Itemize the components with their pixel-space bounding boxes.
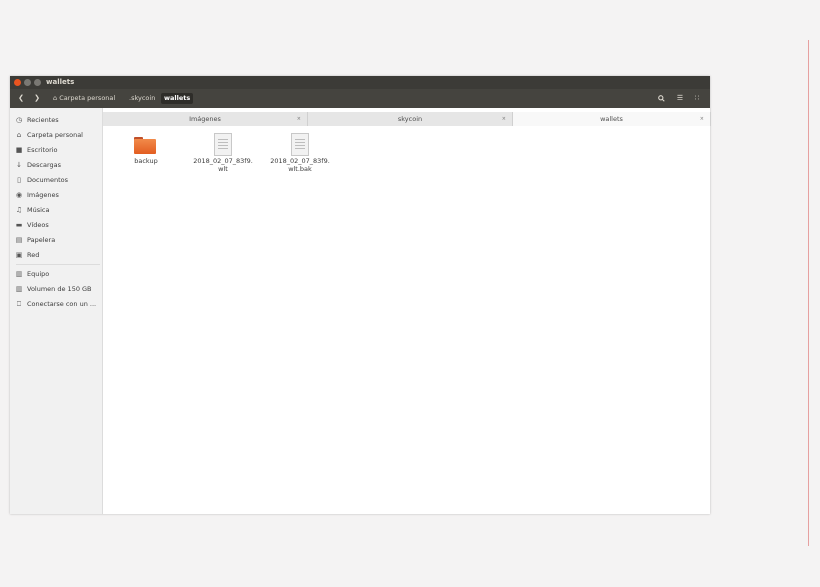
sidebar-item-musica[interactable]: ♫ Música — [10, 204, 102, 216]
sidebar-item-equipo[interactable]: ▥ Equipo — [10, 268, 102, 280]
grid-view-button[interactable]: ∷ — [691, 93, 703, 104]
sidebar-divider — [16, 264, 100, 265]
document-icon: ▯ — [17, 176, 21, 184]
clock-icon: ◷ — [15, 116, 23, 124]
sidebar-item-label: Vídeos — [27, 221, 49, 229]
right-edge-line — [808, 40, 809, 546]
window-title: wallets — [46, 78, 75, 86]
tab-bar: Imágenes × skycoin × wallets × — [103, 112, 711, 126]
forward-button[interactable]: ❯ — [32, 93, 42, 103]
home-icon: ⌂ — [53, 94, 58, 102]
music-icon: ♫ — [15, 206, 23, 214]
drive-icon: ▥ — [15, 285, 23, 293]
sidebar-item-documentos[interactable]: ▯ Documentos — [10, 174, 102, 186]
video-icon: ▬ — [15, 221, 23, 229]
tab-wallets[interactable]: wallets × — [513, 112, 711, 126]
network-icon: ▣ — [15, 251, 23, 259]
home-icon: ⌂ — [16, 131, 22, 139]
grid-view-icon: ∷ — [694, 94, 700, 102]
breadcrumb-home[interactable]: ⌂ Carpeta personal — [50, 93, 118, 104]
toolbar: ❮ ❯ ⌂ Carpeta personal .skycoin wallets … — [10, 89, 710, 108]
sidebar-item-label: Papelera — [27, 236, 56, 244]
sidebar: ◷ Recientes ⌂ Carpeta personal ■ Escrito… — [10, 108, 103, 514]
file-name: 2018_02_07_83f9. wlt.bak — [270, 157, 330, 173]
sidebar-item-videos[interactable]: ▬ Vídeos — [10, 219, 102, 231]
breadcrumb-label: Carpeta personal — [59, 94, 116, 102]
desktop-folder-icon: ■ — [15, 146, 23, 154]
sidebar-item-papelera[interactable]: ▤ Papelera — [10, 234, 102, 246]
search-icon — [657, 95, 665, 102]
close-tab-icon[interactable]: × — [297, 112, 301, 126]
close-tab-icon[interactable]: × — [502, 112, 506, 126]
sidebar-item-descargas[interactable]: ↓ Descargas — [10, 159, 102, 171]
server-icon: ⎕ — [16, 300, 22, 308]
minimize-window-button[interactable] — [24, 79, 31, 86]
folder-icon — [134, 137, 156, 154]
sidebar-item-label: Documentos — [27, 176, 69, 184]
breadcrumb-skycoin[interactable]: .skycoin — [126, 93, 158, 104]
sidebar-item-recientes[interactable]: ◷ Recientes — [10, 114, 102, 126]
sidebar-item-conectarse[interactable]: ⎕ Conectarse con un ... — [10, 298, 102, 310]
file-manager-window: wallets ❮ ❯ ⌂ Carpeta personal .skycoin … — [10, 76, 711, 514]
close-tab-icon[interactable]: × — [700, 112, 704, 126]
tab-label: Imágenes — [189, 115, 221, 123]
sidebar-item-label: Equipo — [27, 270, 50, 278]
document-icon — [214, 133, 232, 156]
download-icon: ↓ — [16, 161, 22, 169]
trash-icon: ▤ — [15, 236, 23, 244]
maximize-window-button[interactable] — [34, 79, 41, 86]
tab-skycoin[interactable]: skycoin × — [308, 112, 513, 126]
file-name: backup — [134, 157, 158, 165]
sidebar-item-escritorio[interactable]: ■ Escritorio — [10, 144, 102, 156]
file-item-wlt[interactable]: 2018_02_07_83f9. wlt — [188, 133, 258, 173]
camera-icon: ◉ — [15, 191, 23, 199]
tab-label: wallets — [600, 115, 623, 123]
chevron-left-icon: ❮ — [18, 94, 24, 102]
list-view-button[interactable]: ☰ — [674, 93, 686, 104]
sidebar-item-volumen[interactable]: ▥ Volumen de 150 GB — [10, 283, 102, 295]
breadcrumb-wallets[interactable]: wallets — [161, 93, 194, 104]
list-view-icon: ☰ — [676, 94, 684, 102]
sidebar-item-label: Imágenes — [27, 191, 59, 199]
search-button[interactable] — [655, 93, 667, 104]
sidebar-item-carpeta-personal[interactable]: ⌂ Carpeta personal — [10, 129, 102, 141]
close-window-button[interactable] — [14, 79, 21, 86]
sidebar-item-label: Escritorio — [27, 146, 58, 154]
sidebar-item-label: Carpeta personal — [27, 131, 83, 139]
sidebar-item-label: Música — [27, 206, 50, 214]
sidebar-item-label: Descargas — [27, 161, 62, 169]
sidebar-item-label: Volumen de 150 GB — [27, 285, 92, 293]
file-item-backup[interactable]: backup — [111, 133, 181, 165]
tab-imagenes[interactable]: Imágenes × — [103, 112, 308, 126]
sidebar-item-imagenes[interactable]: ◉ Imágenes — [10, 189, 102, 201]
chevron-right-icon: ❯ — [34, 94, 40, 102]
sidebar-item-red[interactable]: ▣ Red — [10, 249, 102, 261]
sidebar-item-label: Red — [27, 251, 40, 259]
tab-label: skycoin — [397, 115, 423, 123]
back-button[interactable]: ❮ — [16, 93, 26, 103]
file-item-wlt-bak[interactable]: 2018_02_07_83f9. wlt.bak — [265, 133, 335, 173]
file-name: 2018_02_07_83f9. wlt — [193, 157, 253, 173]
document-icon — [291, 133, 309, 156]
sidebar-item-label: Conectarse con un ... — [27, 300, 97, 308]
drive-icon: ▥ — [15, 270, 23, 278]
title-bar: wallets — [10, 76, 710, 89]
sidebar-item-label: Recientes — [27, 116, 59, 124]
